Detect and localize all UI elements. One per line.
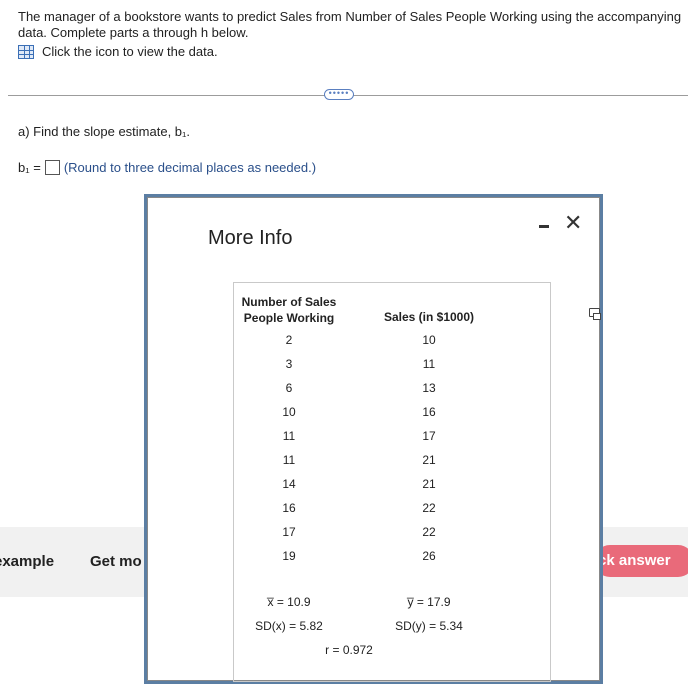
rounding-hint: (Round to three decimal places as needed… — [63, 160, 317, 175]
dialog-title: More Info — [208, 227, 293, 249]
sd-x: SD(x) = 5.82 — [255, 619, 323, 633]
copy-icon[interactable] — [589, 308, 601, 320]
table-cell: 11 — [282, 453, 296, 467]
table-cell: 22 — [422, 525, 436, 539]
table-cell: 16 — [282, 501, 296, 515]
question-text: a) Find the slope estimate, b₁. — [18, 124, 191, 139]
more-info-dialog: More Info ✕ Number of Sales People Worki… — [144, 194, 603, 684]
sd-y: SD(y) = 5.34 — [395, 619, 463, 633]
y-mean: y̅ = 17.9 — [407, 595, 451, 609]
x-column: 2 3 6 10 11 11 14 16 17 19 — [239, 333, 339, 573]
x-mean: x̅ = 10.9 — [267, 595, 311, 609]
table-cell: 14 — [282, 477, 296, 491]
table-cell: 11 — [422, 357, 436, 371]
y-column: 10 11 13 16 17 21 21 22 22 26 — [374, 333, 484, 573]
table-cell: 21 — [422, 453, 436, 467]
answer-row: b₁ = (Round to three decimal places as n… — [18, 160, 316, 175]
get-more-help-button[interactable]: Get mo — [90, 553, 142, 570]
view-data-label: Click the icon to view the data. — [42, 44, 218, 59]
answer-input[interactable] — [44, 160, 60, 175]
problem-statement: The manager of a bookstore wants to pred… — [18, 9, 682, 40]
view-data-link[interactable]: Click the icon to view the data. — [18, 44, 218, 59]
correlation: r = 0.972 — [325, 643, 373, 657]
expand-handle[interactable]: ••••• — [324, 89, 354, 100]
data-table: Number of Sales People Working Sales (in… — [233, 282, 601, 682]
table-cell: 10 — [422, 333, 436, 347]
table-icon[interactable] — [18, 44, 34, 59]
check-answer-button[interactable]: ck answer — [594, 545, 688, 577]
minimize-icon[interactable] — [539, 225, 549, 228]
table-cell: 6 — [285, 381, 293, 395]
table-cell: 13 — [422, 381, 436, 395]
answer-label: b₁ = — [18, 160, 41, 175]
close-icon[interactable]: ✕ — [564, 210, 582, 236]
table-cell: 11 — [282, 429, 296, 443]
table-cell: 2 — [285, 333, 293, 347]
column-header-y: Sales (in $1000) — [383, 310, 475, 324]
table-cell: 26 — [422, 549, 436, 563]
table-cell: 10 — [282, 405, 296, 419]
table-cell: 3 — [285, 357, 293, 371]
table-cell: 22 — [422, 501, 436, 515]
column-header-x: Number of Sales People Working — [241, 295, 337, 325]
table-cell: 17 — [422, 429, 436, 443]
table-cell: 21 — [422, 477, 436, 491]
table-cell: 19 — [282, 549, 296, 563]
table-cell: 17 — [282, 525, 296, 539]
table-cell: 16 — [422, 405, 436, 419]
example-button[interactable]: example — [0, 553, 54, 570]
